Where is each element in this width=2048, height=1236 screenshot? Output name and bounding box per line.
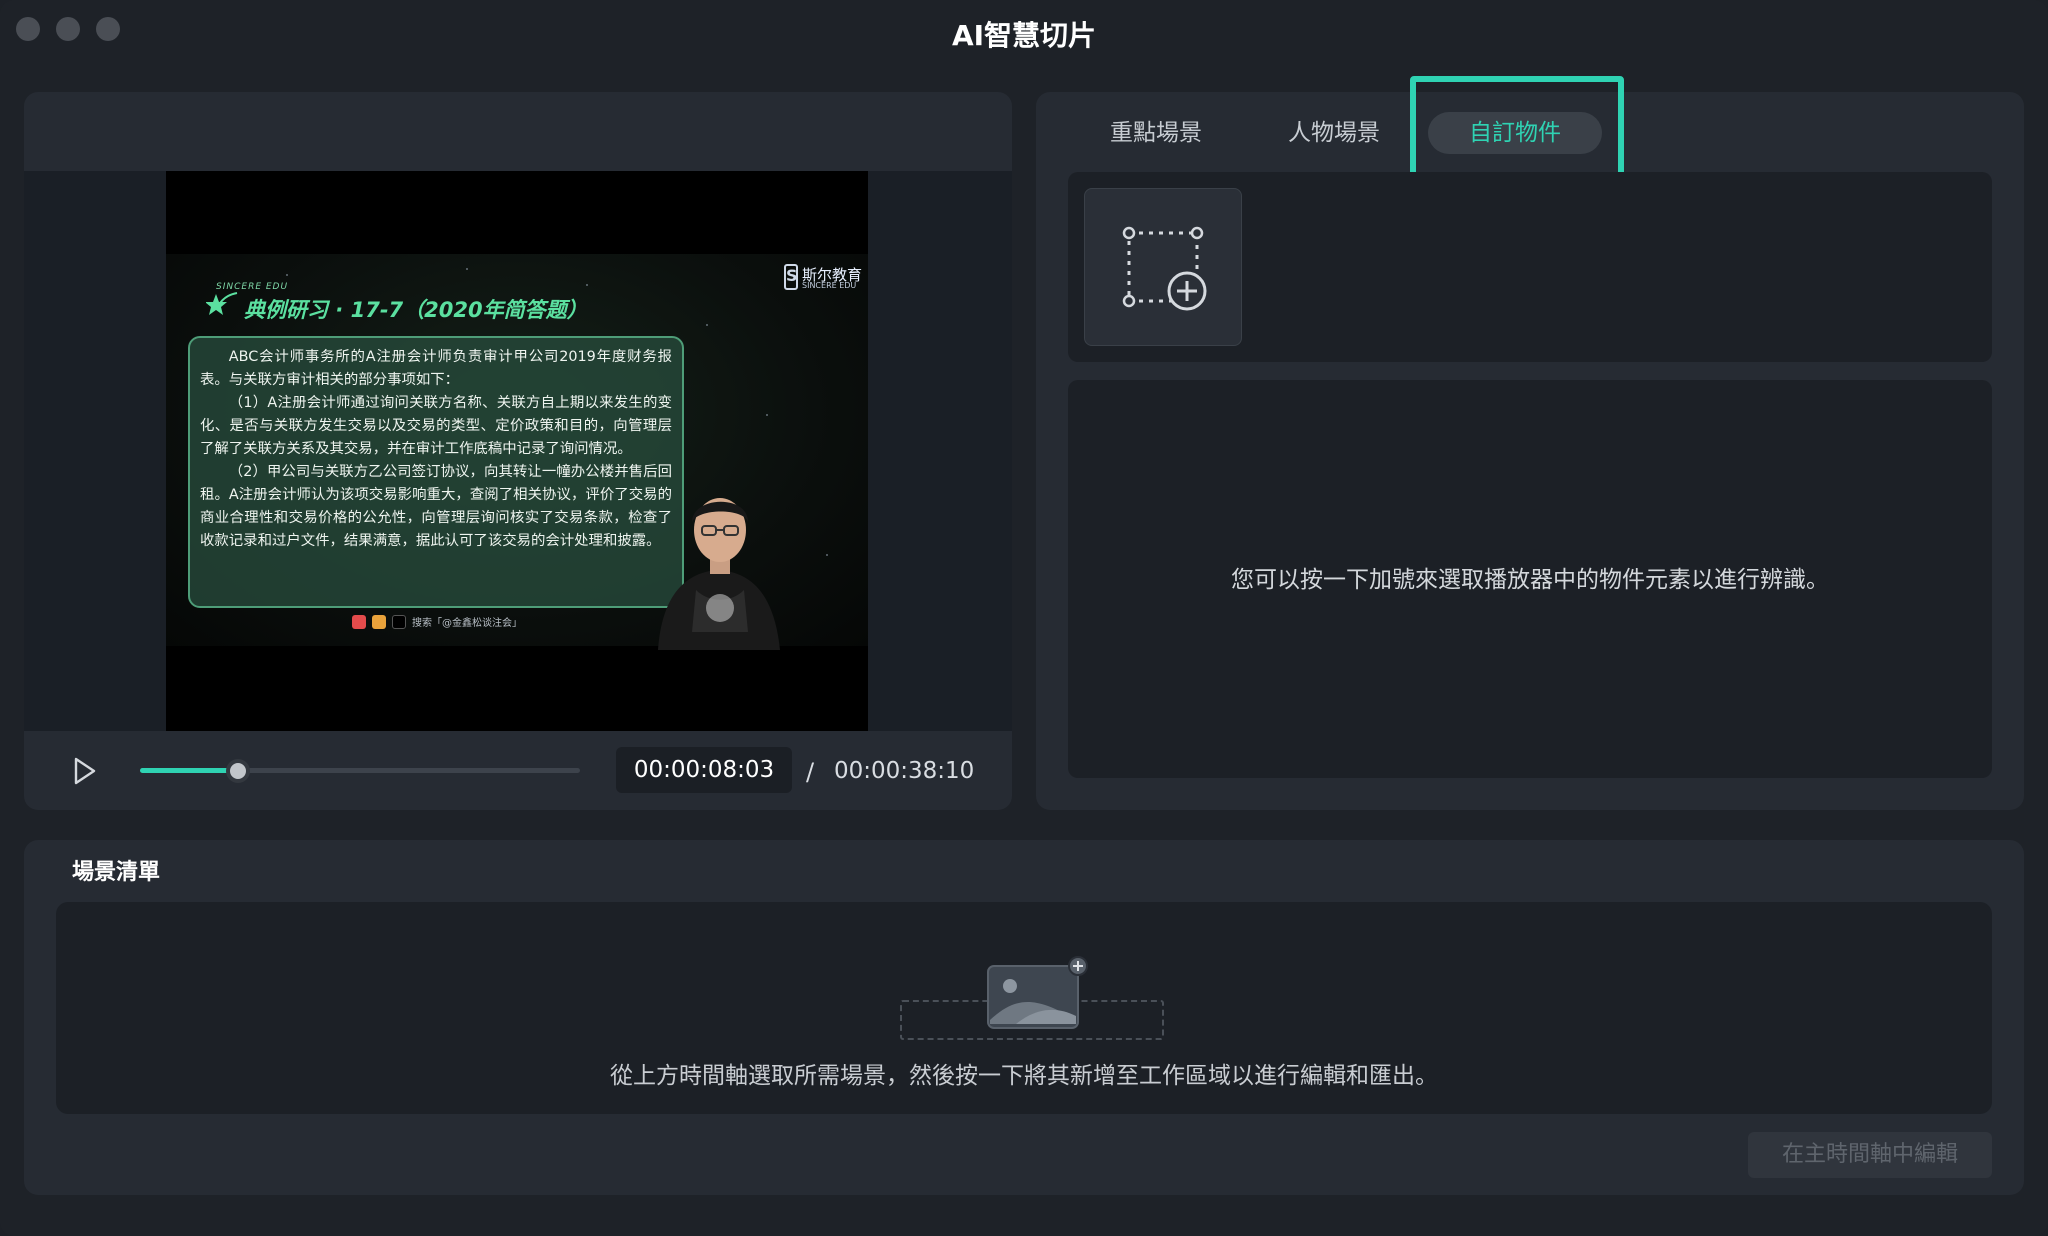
s-logo-icon: S bbox=[784, 264, 798, 290]
object-panel: 重點場景 人物場景 自訂物件 您可以按一下加號來選取播放器中的物件元素以進行辨識… bbox=[1036, 76, 2024, 810]
time-separator: / bbox=[806, 758, 815, 786]
object-info-area: 您可以按一下加號來選取播放器中的物件元素以進行辨識。 bbox=[1068, 380, 1992, 778]
preview-panel: SINCERE EDU 典例研习 · 17-7（2020年简答题） S 斯尔教育… bbox=[24, 92, 1012, 810]
tab-custom-objects[interactable]: 自訂物件 bbox=[1428, 112, 1602, 154]
app-window: AI智慧切片 SINCERE EDU 典例研习 · 17-7（2020年简答题）… bbox=[0, 0, 2048, 1236]
object-strip bbox=[1068, 172, 1992, 362]
slide-textbox: ABC会计师事务所的A注册会计师负责审计甲公司2019年度财务报表。与关联方审计… bbox=[188, 336, 684, 608]
weibo-icon bbox=[372, 614, 386, 629]
edit-in-main-timeline-button[interactable]: 在主時間軸中編輯 bbox=[1748, 1132, 1992, 1178]
scene-drop-area: 從上方時間軸選取所需場景，然後按一下將其新增至工作區域以進行編輯和匯出。 bbox=[56, 902, 1992, 1114]
scene-list-title: 場景清單 bbox=[72, 860, 161, 885]
slide-paragraph-2: （1）A注册会计师通过询问关联方名称、关联方自上期以来发生的变化、是否与关联方发… bbox=[200, 395, 672, 457]
play-icon[interactable] bbox=[68, 755, 100, 787]
douyin-icon bbox=[392, 614, 406, 629]
slide-footer-text: 搜索「@金鑫松谈注会」 bbox=[412, 618, 522, 629]
player-controls: 00:00:08:03 / 00:00:38:10 bbox=[24, 731, 1012, 810]
playback-slider[interactable] bbox=[140, 759, 580, 783]
red-app-icon bbox=[352, 614, 366, 629]
slider-fill bbox=[140, 768, 237, 773]
video-frame: SINCERE EDU 典例研习 · 17-7（2020年简答题） S 斯尔教育… bbox=[166, 171, 868, 731]
star-logo-icon bbox=[206, 292, 238, 315]
scene-tabs: 重點場景 人物場景 自訂物件 bbox=[1036, 76, 2024, 192]
select-region-add-icon bbox=[1122, 226, 1207, 311]
total-time: 00:00:38:10 bbox=[834, 758, 975, 784]
video-slide: SINCERE EDU 典例研习 · 17-7（2020年简答题） S 斯尔教育… bbox=[166, 254, 868, 650]
slide-paragraph-3: （2）甲公司与关联方乙公司签订协议，向其转让一幢办公楼并售后回租。A注册会计师认… bbox=[200, 464, 672, 549]
tab-key-scenes[interactable]: 重點場景 bbox=[1084, 112, 1228, 154]
add-object-button[interactable] bbox=[1084, 188, 1242, 346]
current-time[interactable]: 00:00:08:03 bbox=[616, 747, 792, 793]
window-title: AI智慧切片 bbox=[951, 19, 1097, 52]
image-add-icon bbox=[987, 956, 1088, 1029]
title-bar: AI智慧切片 bbox=[0, 0, 2048, 62]
slider-knob[interactable] bbox=[225, 759, 250, 783]
slide-logo: S 斯尔教育 SINCERE EDU bbox=[784, 264, 864, 294]
slide-footer: 搜索「@金鑫松谈注会」 bbox=[352, 614, 522, 629]
video-player[interactable]: SINCERE EDU 典例研习 · 17-7（2020年简答题） S 斯尔教育… bbox=[24, 171, 1012, 731]
slide-logo-en: SINCERE EDU bbox=[802, 281, 857, 290]
slide-brand-small: SINCERE EDU bbox=[216, 282, 289, 292]
presenter-figure bbox=[658, 498, 780, 650]
scene-hint-text: 從上方時間軸選取所需場景，然後按一下將其新增至工作區域以進行編輯和匯出。 bbox=[610, 1063, 1438, 1089]
slide-title: 典例研习 · 17-7（2020年简答题） bbox=[244, 298, 588, 322]
tab-people-scenes[interactable]: 人物場景 bbox=[1262, 112, 1406, 154]
scene-list-panel: 場景清單 從上方時間軸選取所需場景，然後按一下將其新增至工作區域以進行編輯和匯出… bbox=[24, 840, 2024, 1195]
slide-paragraph-1: ABC会计师事务所的A注册会计师负责审计甲公司2019年度财务报表。与关联方审计… bbox=[200, 349, 672, 388]
object-hint-text: 您可以按一下加號來選取播放器中的物件元素以進行辨識。 bbox=[1231, 567, 1829, 593]
